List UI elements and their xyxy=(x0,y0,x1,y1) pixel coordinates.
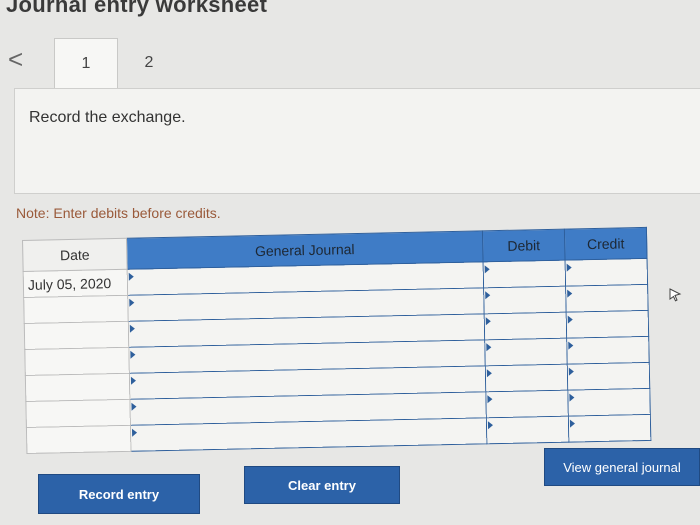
date-cell[interactable] xyxy=(26,425,131,454)
debit-column-header: Debit xyxy=(482,229,566,262)
instruction-text: Record the exchange. xyxy=(29,109,186,126)
credit-input[interactable] xyxy=(567,388,651,417)
date-column-header: Date xyxy=(22,238,128,272)
debit-input[interactable] xyxy=(483,286,567,314)
page-title: Journal entry worksheet xyxy=(6,0,268,17)
debit-input[interactable] xyxy=(484,338,568,366)
tab-1[interactable]: 1 xyxy=(54,38,118,89)
date-cell[interactable] xyxy=(25,399,131,428)
tab-2[interactable]: 2 xyxy=(118,38,180,88)
mouse-cursor-icon xyxy=(669,288,682,302)
credit-column-header: Credit xyxy=(564,227,648,261)
debit-input[interactable] xyxy=(485,390,569,418)
chevron-left-icon[interactable]: < xyxy=(8,46,23,72)
view-general-journal-button[interactable]: View general journal xyxy=(544,448,700,486)
debit-input[interactable] xyxy=(486,416,569,444)
date-cell[interactable] xyxy=(24,347,130,376)
credit-input[interactable] xyxy=(566,310,649,339)
date-cell[interactable] xyxy=(24,321,129,350)
record-entry-button[interactable]: Record entry xyxy=(38,474,200,514)
debit-input[interactable] xyxy=(483,260,566,288)
credit-input[interactable] xyxy=(565,258,648,287)
credit-input[interactable] xyxy=(566,336,650,365)
debit-input[interactable] xyxy=(485,364,568,392)
debit-input[interactable] xyxy=(484,312,567,340)
date-cell[interactable] xyxy=(23,295,129,324)
date-cell[interactable]: July 05, 2020 xyxy=(23,269,128,298)
clear-entry-button[interactable]: Clear entry xyxy=(244,466,400,504)
credit-input[interactable] xyxy=(565,284,649,313)
credit-input[interactable] xyxy=(568,414,651,443)
journal-table: Date General Journal Debit Credit July 0… xyxy=(22,227,651,454)
credit-input[interactable] xyxy=(567,362,650,391)
instruction-panel: Record the exchange. xyxy=(14,88,700,194)
note-text: Note: Enter debits before credits. xyxy=(16,205,221,221)
date-cell[interactable] xyxy=(25,373,130,402)
